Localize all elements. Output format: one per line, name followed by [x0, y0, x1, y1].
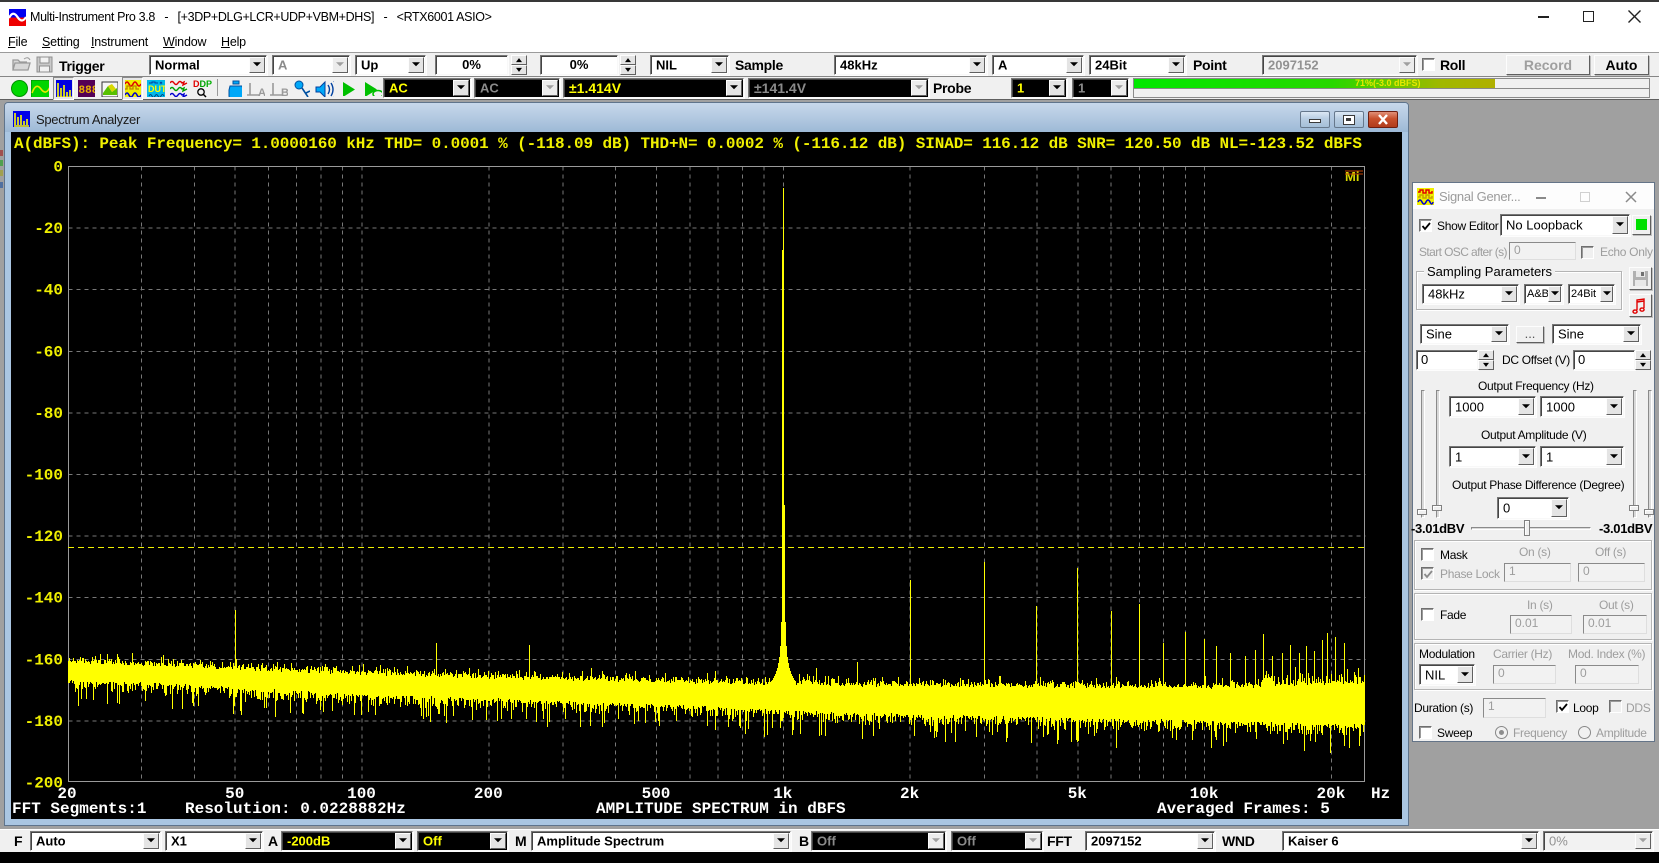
svg-text:-20: -20 [34, 220, 63, 238]
svg-text:-40: -40 [34, 282, 63, 300]
svg-text:B: B [281, 87, 288, 97]
svg-text:-140: -140 [25, 590, 63, 608]
svg-text:5k: 5k [1068, 785, 1088, 803]
svg-text:-80: -80 [34, 405, 63, 423]
svg-text:DDP: DDP [193, 79, 212, 89]
svg-text:-180: -180 [25, 713, 63, 731]
svg-text:FFT Segments:1: FFT Segments:1 [12, 800, 146, 818]
svg-text:Resolution: 0.0228882Hz: Resolution: 0.0228882Hz [185, 800, 406, 818]
svg-text:-120: -120 [25, 528, 63, 546]
svg-text:2k: 2k [900, 785, 920, 803]
svg-text:-160: -160 [25, 651, 63, 669]
svg-text:AMPLITUDE SPECTRUM in dBFS: AMPLITUDE SPECTRUM in dBFS [596, 800, 846, 818]
svg-text:0: 0 [53, 159, 63, 177]
svg-text:Hz: Hz [1371, 785, 1390, 803]
svg-text:DUT: DUT [148, 84, 165, 94]
svg-text:A(dBFS): Peak Frequency= 1.00: A(dBFS): Peak Frequency= 1.0000160 kHz T… [14, 135, 1362, 153]
svg-text:-100: -100 [25, 467, 63, 485]
svg-text:Averaged Frames: 5: Averaged Frames: 5 [1157, 800, 1330, 818]
svg-text:A: A [258, 87, 265, 97]
svg-text:200: 200 [474, 785, 503, 803]
svg-text:-60: -60 [34, 343, 63, 361]
svg-text:888: 888 [79, 85, 96, 97]
